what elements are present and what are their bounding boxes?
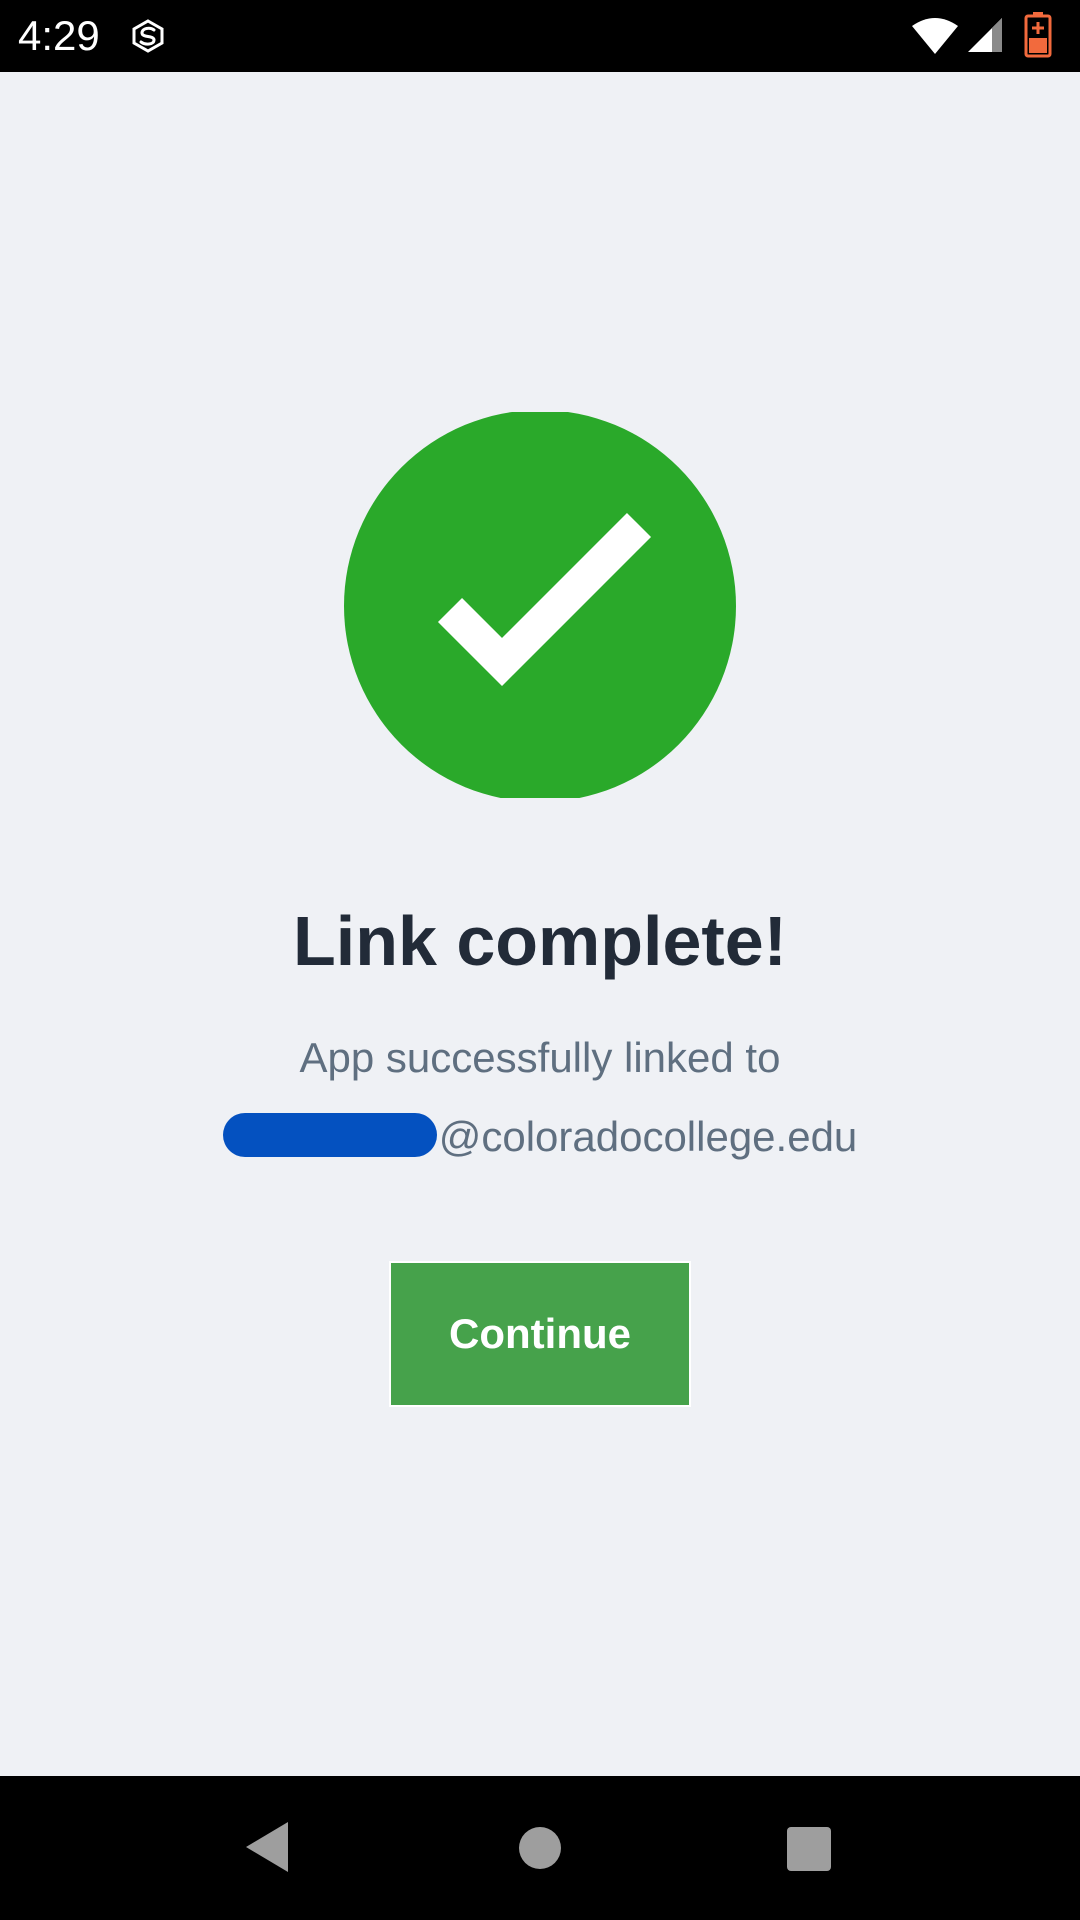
status-bar: 4:29 xyxy=(0,0,1080,72)
continue-button[interactable]: Continue xyxy=(389,1261,691,1407)
wifi-icon xyxy=(912,18,958,54)
recents-icon[interactable] xyxy=(786,1826,832,1872)
link-status-text: App successfully linked to xyxy=(299,1034,781,1081)
email-domain: @coloradocollege.edu xyxy=(438,1113,858,1160)
battery-charging-icon xyxy=(1024,12,1052,58)
status-time: 4:29 xyxy=(18,12,100,59)
page-title: Link complete! xyxy=(293,902,787,980)
check-circle-icon xyxy=(344,412,736,798)
back-icon[interactable] xyxy=(244,1820,290,1874)
navigation-bar xyxy=(0,1776,1080,1920)
home-icon[interactable] xyxy=(518,1826,562,1870)
cell-signal-icon xyxy=(968,18,1002,52)
sync-app-icon xyxy=(132,19,164,53)
email-redaction xyxy=(222,1113,437,1157)
linked-email: @coloradocollege.edu xyxy=(0,1110,1080,1164)
